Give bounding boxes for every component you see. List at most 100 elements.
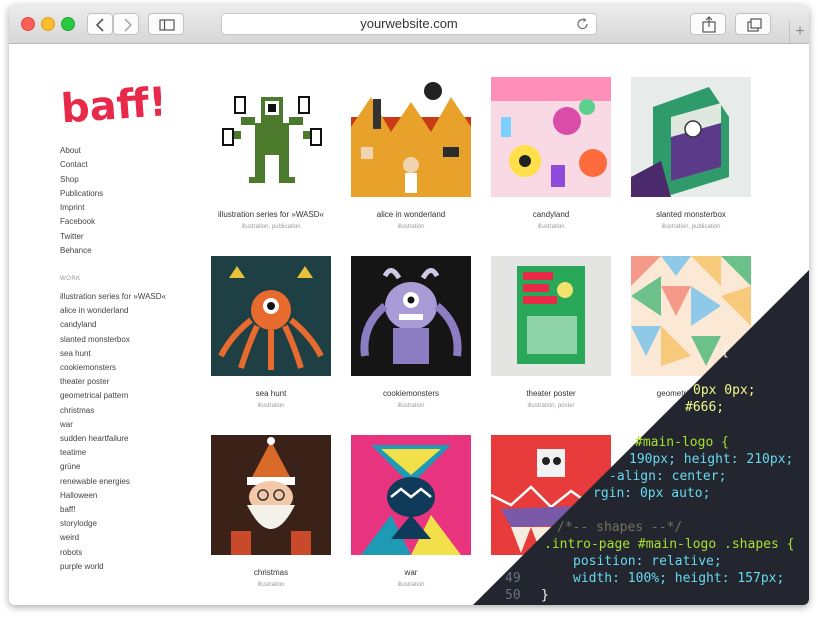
code-line-4: #main-logo { xyxy=(635,435,729,450)
share-icon xyxy=(702,16,716,33)
work-link-monsterbox[interactable]: slanted monsterbox xyxy=(60,333,166,347)
share-button[interactable] xyxy=(690,13,726,35)
thumbnail-christmas[interactable] xyxy=(211,435,331,555)
minimize-window-icon[interactable] xyxy=(41,17,55,31)
code-line-7: rgin: 0px auto; xyxy=(593,486,711,501)
thumbnail-theater-poster[interactable] xyxy=(491,256,611,376)
tile-tags: illustration xyxy=(537,224,565,230)
main-nav: About Contact Shop Publications Imprint … xyxy=(60,144,103,258)
tile-tags: illustration xyxy=(397,224,425,230)
address-bar[interactable]: yourwebsite.com xyxy=(221,13,597,35)
work-link-sea-hunt[interactable]: sea hunt xyxy=(60,347,166,361)
code-line-3: #666; xyxy=(685,400,725,415)
nav-link-publications[interactable]: Publications xyxy=(60,187,103,201)
zoom-window-icon[interactable] xyxy=(61,17,75,31)
work-link-teatime[interactable]: teatime xyxy=(60,446,166,460)
tabs-icon xyxy=(747,18,762,32)
browser-toolbar: yourwebsite.com + xyxy=(9,5,809,44)
thumbnail-wasd[interactable] xyxy=(211,77,331,197)
work-link-renewable-energies[interactable]: renewable energies xyxy=(60,475,166,489)
thumbnail-sea-hunt[interactable] xyxy=(211,256,331,376)
nav-link-about[interactable]: About xyxy=(60,144,103,158)
tile-title[interactable]: candyland xyxy=(481,210,621,219)
work-link-alice[interactable]: alice in wonderland xyxy=(60,304,166,318)
thumbnail-cookiemonsters[interactable] xyxy=(351,256,471,376)
work-link-war[interactable]: war xyxy=(60,418,166,432)
tabs-overview-button[interactable] xyxy=(735,13,771,35)
site-logo[interactable]: baff! xyxy=(59,77,168,138)
work-link-gruene[interactable]: grüne xyxy=(60,460,166,474)
new-tab-button[interactable]: + xyxy=(789,21,809,43)
war-illustration-image xyxy=(361,445,461,555)
cookiemonster-illustration-image xyxy=(360,268,462,364)
code-comment-line: /*-- shapes --*/ xyxy=(557,520,683,535)
thumbnail-candyland[interactable] xyxy=(491,77,611,197)
work-link-sudden-heartfailure[interactable]: sudden heartfailure xyxy=(60,432,166,446)
thumbnail-alice[interactable] xyxy=(351,77,471,197)
geometrical-pattern-image xyxy=(631,256,751,366)
nav-link-behance[interactable]: Behance xyxy=(60,244,103,258)
plus-icon: + xyxy=(795,23,805,40)
chevron-left-icon xyxy=(95,18,104,32)
code-line-1: { xyxy=(721,344,729,359)
work-heading: WORK xyxy=(60,276,81,282)
forward-button[interactable] xyxy=(113,13,139,35)
code-line-5: 190px; height: 210px; xyxy=(629,452,794,467)
tile-title[interactable]: alice in wonderland xyxy=(341,210,481,219)
nav-link-facebook[interactable]: Facebook xyxy=(60,215,103,229)
theater-poster-image xyxy=(517,266,585,364)
nav-link-twitter[interactable]: Twitter xyxy=(60,230,103,244)
web-page: baff! About Contact Shop Publications Im… xyxy=(9,44,809,605)
work-link-theater-poster[interactable]: theater poster xyxy=(60,375,166,389)
work-link-halloween[interactable]: Halloween xyxy=(60,489,166,503)
tile-title[interactable]: sea hunt xyxy=(201,389,341,398)
tile-title[interactable]: slanted monsterbox xyxy=(621,210,761,219)
code-line-number: 50 xyxy=(505,588,521,603)
tile-tags: illustration xyxy=(397,582,425,588)
work-link-candyland[interactable]: candyland xyxy=(60,318,166,332)
url-text: yourwebsite.com xyxy=(360,16,458,31)
nav-link-imprint[interactable]: Imprint xyxy=(60,201,103,215)
reload-icon[interactable] xyxy=(576,17,590,31)
sidebar-toggle-button[interactable] xyxy=(148,13,184,35)
code-line-6: -align: center; xyxy=(609,469,727,484)
work-link-cookiemonsters[interactable]: cookiemonsters xyxy=(60,361,166,375)
monsterbox-photo-image xyxy=(631,87,729,197)
nav-link-shop[interactable]: Shop xyxy=(60,173,103,187)
tile-tags: illustration xyxy=(397,403,425,409)
tile-tags: illustration, publication xyxy=(661,224,721,230)
alice-illustration-image xyxy=(351,77,471,197)
thumbnail-geometrical-pattern[interactable] xyxy=(631,256,751,376)
candyland-illustration-image xyxy=(491,77,611,187)
tile-title[interactable]: theater poster xyxy=(481,389,621,398)
work-link-wasd[interactable]: illustration series for »WASD« xyxy=(60,290,166,304)
work-link-robots[interactable]: robots xyxy=(60,546,166,560)
tile-title[interactable]: christmas xyxy=(201,568,341,577)
work-link-storylodge[interactable]: storylodge xyxy=(60,517,166,531)
thumbnail-war[interactable] xyxy=(351,435,471,555)
code-line-2: 0px 0px; xyxy=(693,383,756,398)
code-position-line: position: relative; xyxy=(573,554,722,569)
code-line-number: 49 xyxy=(505,571,521,586)
tile-title[interactable]: war xyxy=(341,568,481,577)
work-link-geometrical-pattern[interactable]: geometrical pattern xyxy=(60,389,166,403)
code-closing-brace: } xyxy=(541,588,549,603)
close-window-icon[interactable] xyxy=(21,17,35,31)
browser-window: yourwebsite.com + baff! About Contact Sh… xyxy=(9,5,809,605)
back-button[interactable] xyxy=(87,13,113,35)
code-width-line: width: 100%; height: 157px; xyxy=(573,571,785,586)
code-selector-line: .intro-page #main-logo .shapes { xyxy=(544,537,795,552)
work-link-weird[interactable]: weird xyxy=(60,531,166,545)
thumbnail-monsterbox[interactable] xyxy=(631,77,751,197)
tile-title[interactable]: illustration series for »WASD« xyxy=(201,210,341,219)
nav-link-contact[interactable]: Contact xyxy=(60,158,103,172)
sidebar-icon xyxy=(159,19,175,31)
sea-hunt-illustration-image xyxy=(218,266,324,370)
work-link-christmas[interactable]: christmas xyxy=(60,404,166,418)
tile-title[interactable]: cookiemonsters xyxy=(341,389,481,398)
work-link-purple-world[interactable]: purple world xyxy=(60,560,166,574)
pixel-monster-image xyxy=(222,96,322,183)
tile-tags: illustration, publication xyxy=(241,224,301,230)
work-link-baff[interactable]: baff! xyxy=(60,503,166,517)
baff-logo-image: baff! xyxy=(59,79,168,132)
